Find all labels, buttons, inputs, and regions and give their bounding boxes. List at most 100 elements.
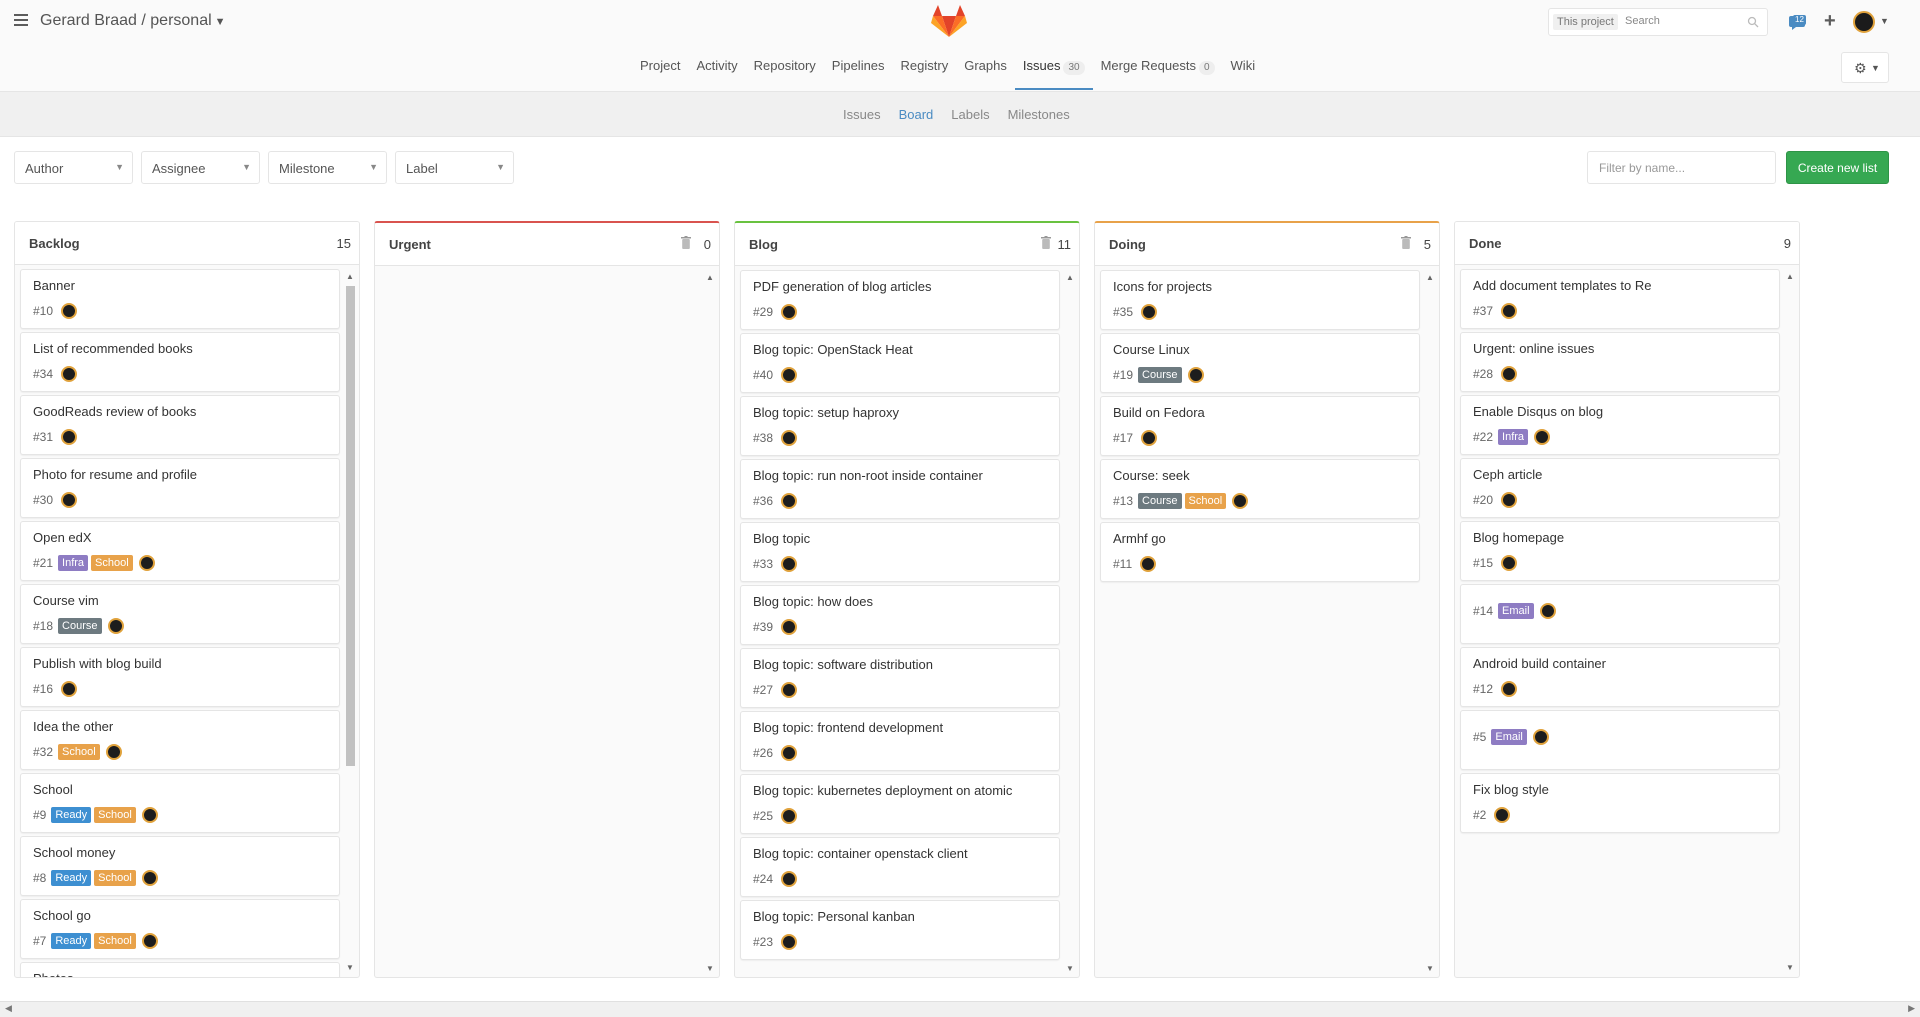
issue-title[interactable]: Blog topic: how does <box>753 594 1047 609</box>
new-item-plus-icon[interactable]: + <box>1824 11 1836 31</box>
issue-title[interactable]: List of recommended books <box>33 341 327 356</box>
assignee-avatar[interactable] <box>1501 555 1518 571</box>
issue-card[interactable]: Publish with blog build #16 <box>20 647 340 707</box>
issue-card[interactable]: School #9 Ready School <box>20 773 340 833</box>
horizontal-scrollbar[interactable]: ◀ ▶ <box>0 1001 1920 1017</box>
issue-card[interactable]: Blog topic: container openstack client #2… <box>740 837 1060 897</box>
trash-icon[interactable] <box>1401 236 1411 249</box>
assignee-avatar[interactable] <box>781 367 798 383</box>
scroll-down-icon[interactable]: ▼ <box>1786 963 1794 972</box>
project-path[interactable]: Gerard Braad / personal ▼ <box>40 12 226 30</box>
issue-card[interactable]: Course Linux #19 Course <box>1100 333 1420 393</box>
issue-title[interactable]: Enable Disqus on blog <box>1473 404 1767 419</box>
issue-title[interactable]: Armhf go <box>1113 531 1407 546</box>
issue-card[interactable]: Android build container #12 <box>1460 647 1780 707</box>
issue-card[interactable]: Build on Fedora #17 <box>1100 396 1420 456</box>
issue-card[interactable]: #14 Email <box>1460 584 1780 644</box>
issue-title[interactable]: School money <box>33 845 327 860</box>
label-filter-dropdown[interactable]: Label ▼ <box>395 151 514 184</box>
assignee-avatar[interactable] <box>781 871 798 887</box>
subnav-item-issues[interactable]: Issues <box>834 92 890 137</box>
issue-title[interactable]: Idea the other <box>33 719 327 734</box>
assignee-avatar[interactable] <box>1532 729 1549 745</box>
issue-card[interactable]: School money #8 Ready School <box>20 836 340 896</box>
nav-item-graphs[interactable]: Graphs <box>956 44 1015 92</box>
scroll-down-icon[interactable]: ▼ <box>706 964 714 973</box>
issue-title[interactable]: Blog homepage <box>1473 530 1767 545</box>
nav-item-wiki[interactable]: Wiki <box>1223 44 1264 92</box>
issue-card[interactable]: PDF generation of blog articles #29 <box>740 270 1060 330</box>
assignee-avatar[interactable] <box>1494 807 1511 823</box>
issue-card[interactable]: Idea the other #32 School <box>20 710 340 770</box>
assignee-avatar[interactable] <box>141 807 158 823</box>
issue-title[interactable]: Blog topic: run non-root inside containe… <box>753 468 1047 483</box>
issue-title[interactable]: Add document templates to Re <box>1473 278 1767 293</box>
label-course[interactable]: Course <box>1138 493 1182 509</box>
subnav-item-milestones[interactable]: Milestones <box>999 92 1079 137</box>
issue-card[interactable]: Blog topic: Personal kanban #23 <box>740 900 1060 960</box>
assignee-avatar[interactable] <box>781 682 798 698</box>
issue-title[interactable]: Course: seek <box>1113 468 1407 483</box>
scroll-up-icon[interactable]: ▲ <box>1066 273 1074 282</box>
user-avatar[interactable] <box>1853 11 1875 33</box>
trash-icon[interactable] <box>1041 236 1051 249</box>
issue-title[interactable]: School go <box>33 908 327 923</box>
milestone-filter-dropdown[interactable]: Milestone ▼ <box>268 151 387 184</box>
issue-card[interactable]: #5 Email <box>1460 710 1780 770</box>
assignee-avatar[interactable] <box>107 618 124 634</box>
assignee-avatar[interactable] <box>1501 681 1518 697</box>
issue-title[interactable]: Blog topic: frontend development <box>753 720 1047 735</box>
issue-card[interactable]: Photos <box>20 962 340 977</box>
label-ready[interactable]: Ready <box>51 933 92 949</box>
list-scrollbar[interactable]: ▲ ▼ <box>1065 273 1075 973</box>
assignee-avatar[interactable] <box>141 870 158 886</box>
filter-by-name-input[interactable]: Filter by name... <box>1587 151 1776 184</box>
label-ready[interactable]: Ready <box>51 870 92 886</box>
scroll-up-icon[interactable]: ▲ <box>1426 273 1434 282</box>
label-school[interactable]: School <box>94 870 136 886</box>
search-input[interactable]: Search <box>1625 15 1660 27</box>
assignee-avatar[interactable] <box>781 304 798 320</box>
assignee-avatar[interactable] <box>781 808 798 824</box>
scroll-up-icon[interactable]: ▲ <box>1786 272 1794 281</box>
issue-title[interactable]: Banner <box>33 278 327 293</box>
assignee-avatar[interactable] <box>1232 493 1249 509</box>
assignee-avatar[interactable] <box>1534 429 1551 445</box>
assignee-avatar[interactable] <box>1141 304 1158 320</box>
issue-card[interactable]: Course vim #18 Course <box>20 584 340 644</box>
issue-title[interactable]: Urgent: online issues <box>1473 341 1767 356</box>
assignee-avatar[interactable] <box>61 492 78 508</box>
assignee-avatar[interactable] <box>61 303 78 319</box>
issue-card[interactable]: Enable Disqus on blog #22 Infra <box>1460 395 1780 455</box>
assignee-avatar[interactable] <box>61 429 78 445</box>
label-school[interactable]: School <box>91 555 133 571</box>
issue-card[interactable]: Blog topic #33 <box>740 522 1060 582</box>
issue-title[interactable]: Ceph article <box>1473 467 1767 482</box>
gitlab-logo-icon[interactable] <box>931 4 967 38</box>
list-scrollbar[interactable]: ▲ ▼ <box>1425 273 1435 973</box>
search-box[interactable]: This project Search <box>1548 8 1768 36</box>
assignee-avatar[interactable] <box>1140 556 1157 572</box>
label-infra[interactable]: Infra <box>1498 429 1529 445</box>
label-infra[interactable]: Infra <box>58 555 89 571</box>
assignee-avatar[interactable] <box>138 555 155 571</box>
assignee-avatar[interactable] <box>1501 303 1518 319</box>
subnav-item-labels[interactable]: Labels <box>942 92 998 137</box>
assignee-avatar[interactable] <box>781 556 798 572</box>
label-school[interactable]: School <box>58 744 100 760</box>
issue-title[interactable]: Android build container <box>1473 656 1767 671</box>
scroll-up-icon[interactable]: ▲ <box>706 273 714 282</box>
assignee-avatar[interactable] <box>781 934 798 950</box>
issue-card[interactable]: Blog topic: how does #39 <box>740 585 1060 645</box>
chevron-down-icon[interactable]: ▼ <box>1880 16 1889 26</box>
issue-title[interactable]: Blog topic: setup haproxy <box>753 405 1047 420</box>
issue-title[interactable]: Fix blog style <box>1473 782 1767 797</box>
scroll-thumb[interactable] <box>346 286 355 766</box>
nav-item-pipelines[interactable]: Pipelines <box>824 44 893 92</box>
issue-card[interactable]: Blog topic: setup haproxy #38 <box>740 396 1060 456</box>
issue-title[interactable]: Blog topic: software distribution <box>753 657 1047 672</box>
list-scrollbar[interactable]: ▲ ▼ <box>1785 272 1795 972</box>
issue-title[interactable]: Photo for resume and profile <box>33 467 327 482</box>
issue-card[interactable]: Photo for resume and profile #30 <box>20 458 340 518</box>
issue-title[interactable]: Blog topic: container openstack client <box>753 846 1047 861</box>
